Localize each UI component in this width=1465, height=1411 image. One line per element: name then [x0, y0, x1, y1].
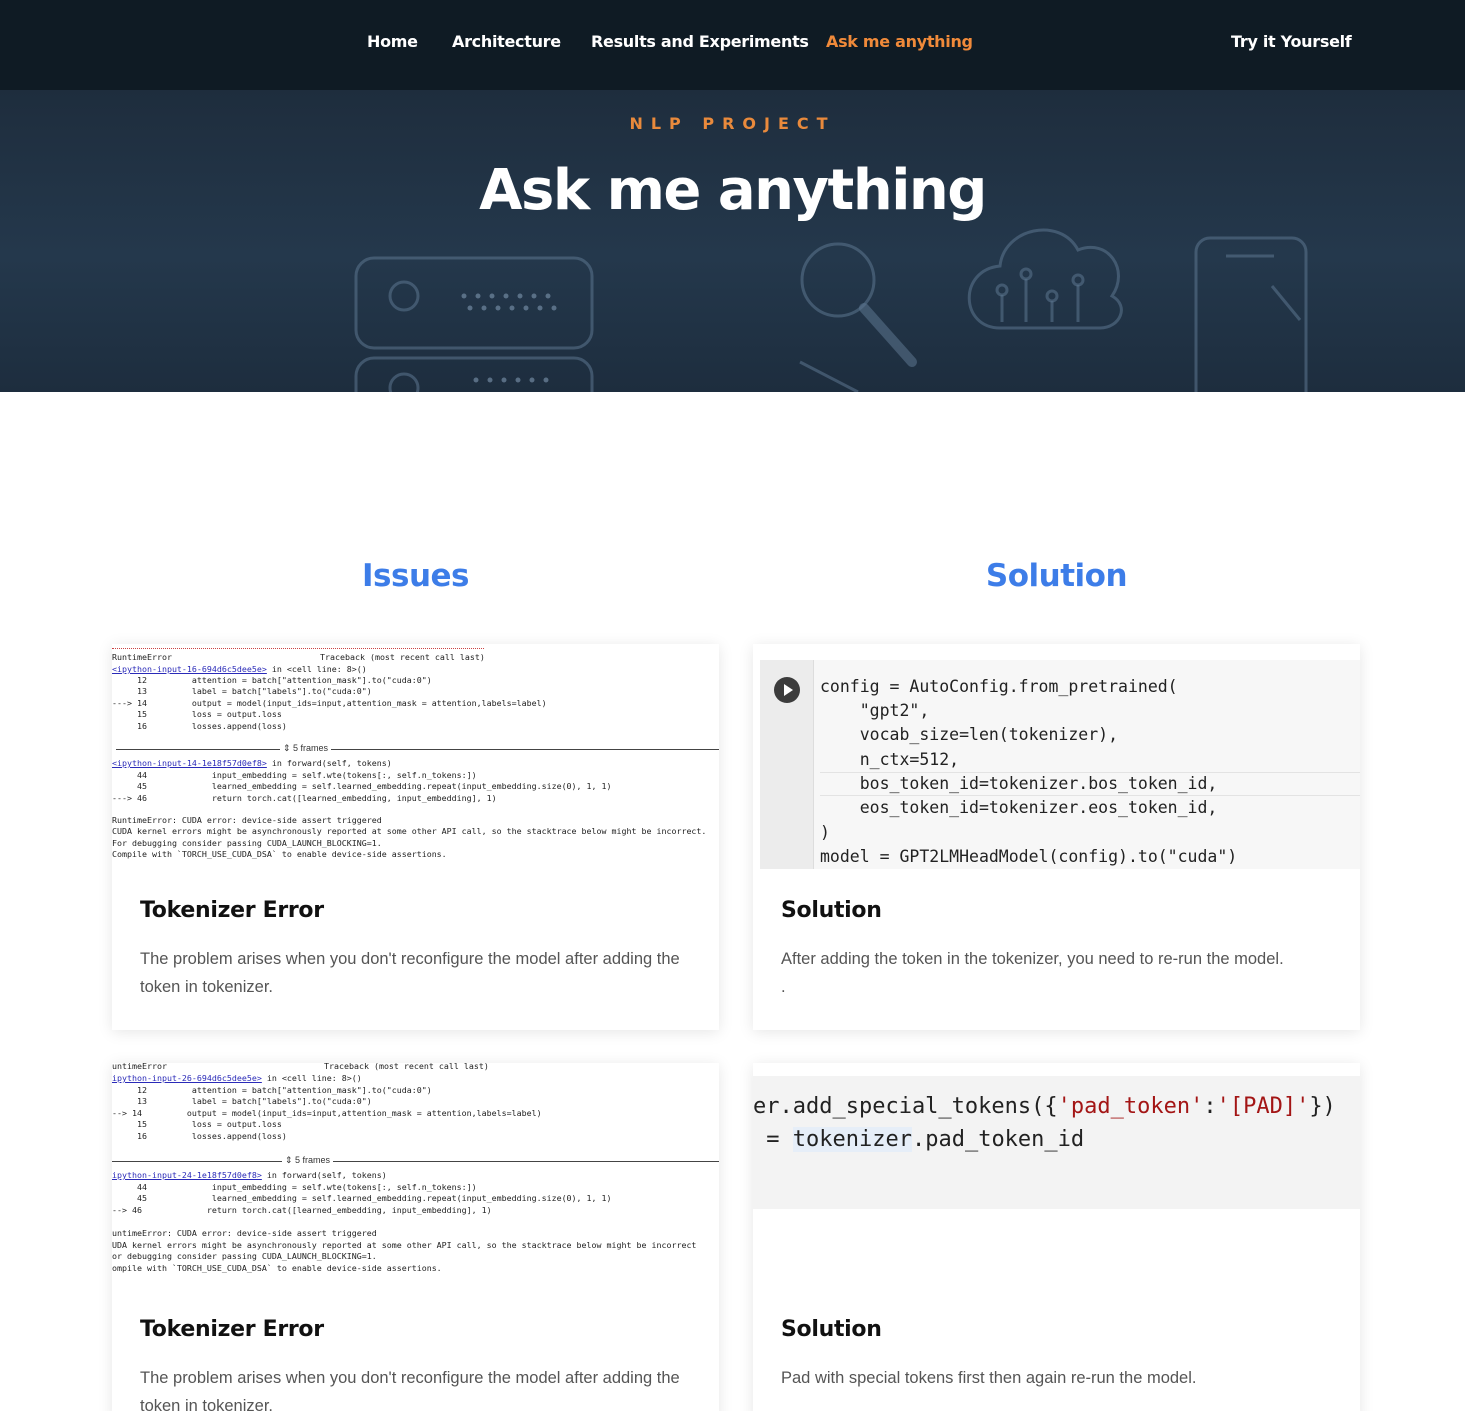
code-line: 16 losses.append(loss)	[112, 1131, 287, 1141]
code-cell-screenshot: config = AutoConfig.from_pretrained( "gp…	[753, 644, 1360, 869]
code-line: config = AutoConfig.from_pretrained(	[820, 677, 1178, 696]
code-line: bos_token_id=tokenizer.bos_token_id,	[820, 774, 1218, 793]
code-line: --> 46 return torch.cat([learned_embeddi…	[112, 1205, 492, 1215]
try-it-yourself-link[interactable]: Try it Yourself	[1231, 32, 1352, 51]
traceback-output: RuntimeError Traceback (most recent call…	[112, 644, 719, 869]
frames-label: 5 frames	[293, 743, 329, 753]
error-line: untimeError: CUDA error: device-side ass…	[112, 1228, 377, 1238]
hero-eyebrow: NLP PROJECT	[629, 114, 836, 133]
traceback-frame-context: in <cell line: 8>()	[266, 664, 367, 674]
card-description: The problem arises when you don't reconf…	[140, 1369, 680, 1411]
run-cell-icon[interactable]	[774, 677, 800, 703]
code-line: 12 attention = batch["attention_mask"].t…	[112, 675, 432, 685]
code-cell: er.add_special_tokens({'pad_token':'[PAD…	[753, 1076, 1360, 1209]
issues-heading: Issues	[362, 558, 469, 594]
smartphone-icon	[1194, 236, 1308, 392]
solution-card-2: er.add_special_tokens({'pad_token':'[PAD…	[753, 1063, 1360, 1411]
page-title: Ask me anything	[479, 158, 987, 223]
traceback-frame-link[interactable]: <ipython-input-16-694d6c5dee5e>	[112, 664, 267, 674]
card-description-extra: .	[781, 978, 786, 996]
traceback-frame-link[interactable]: ipython-input-24-1e18f57d0ef8>	[112, 1170, 262, 1180]
card-title: Solution	[781, 898, 882, 923]
hero-banner: NLP PROJECT Ask me anything	[0, 90, 1465, 392]
code-line: eos_token_id=tokenizer.eos_token_id,	[820, 798, 1218, 817]
card-description: Pad with special tokens first then again…	[781, 1369, 1197, 1387]
error-line: For debugging consider passing CUDA_LAUN…	[112, 838, 382, 848]
error-line: CUDA kernel errors might be asynchronous…	[112, 826, 707, 836]
traceback-header-label: Traceback (most recent call last)	[320, 652, 485, 662]
card-title: Solution	[781, 1317, 882, 1342]
card-title: Tokenizer Error	[140, 1317, 324, 1342]
top-navbar: Home Architecture Results and Experiment…	[0, 0, 1465, 90]
nav-link-home[interactable]: Home	[367, 32, 418, 51]
code-line: 44 input_embedding = self.wte(tokens[:, …	[112, 1182, 477, 1192]
traceback-frame-context: in <cell line: 8>()	[261, 1073, 362, 1083]
nav-link-ask-me-anything[interactable]: Ask me anything	[826, 32, 973, 51]
traceback-screenshot: RuntimeError Traceback (most recent call…	[112, 644, 719, 869]
collapsed-frames-toggle[interactable]: ⇕ 5 frames	[280, 743, 332, 754]
code-line: 13 label = batch["labels"].to("cuda:0")	[112, 1096, 372, 1106]
traceback-header-label: Traceback (most recent call last)	[324, 1063, 489, 1071]
card-title: Tokenizer Error	[140, 898, 324, 923]
error-line: UDA kernel errors might be asynchronousl…	[112, 1240, 697, 1250]
code-cell: config = AutoConfig.from_pretrained( "gp…	[760, 660, 1360, 869]
code-line: "gpt2",	[820, 701, 930, 720]
traceback-header-error: untimeError	[112, 1063, 167, 1071]
code-line: 15 loss = output.loss	[112, 709, 282, 719]
code-line: 45 learned_embedding = self.learned_embe…	[112, 781, 612, 791]
nav-link-results[interactable]: Results and Experiments	[591, 32, 809, 51]
issue-card-2: untimeError Traceback (most recent call …	[112, 1063, 719, 1411]
cloud-circuit-icon	[967, 228, 1123, 330]
solution-heading: Solution	[985, 558, 1128, 594]
code-snippet-screenshot: er.add_special_tokens({'pad_token':'[PAD…	[753, 1063, 1360, 1288]
traceback-frame-context: in forward(self, tokens)	[266, 758, 392, 768]
issue-card-1: RuntimeError Traceback (most recent call…	[112, 644, 719, 1030]
solution-card-1: config = AutoConfig.from_pretrained( "gp…	[753, 644, 1360, 1030]
card-description: After adding the token in the tokenizer,…	[781, 950, 1284, 968]
error-line: Compile with `TORCH_USE_CUDA_DSA` to ena…	[112, 849, 447, 859]
frames-label: 5 frames	[295, 1155, 331, 1165]
code-line: = tokenizer.pad_token_id	[753, 1127, 1085, 1152]
code-line: 15 loss = output.loss	[112, 1119, 282, 1129]
code-line: 44 input_embedding = self.wte(tokens[:, …	[112, 770, 477, 780]
code-line: 12 attention = batch["attention_mask"].t…	[112, 1085, 432, 1095]
nav-link-architecture[interactable]: Architecture	[452, 32, 561, 51]
traceback-frame-link[interactable]: <ipython-input-14-1e18f57d0ef8>	[112, 758, 267, 768]
collapsed-frames-toggle[interactable]: ⇕ 5 frames	[282, 1155, 334, 1166]
traceback-frame-context: in forward(self, tokens)	[261, 1170, 387, 1180]
error-line: ompile with `TORCH_USE_CUDA_DSA` to enab…	[112, 1263, 442, 1273]
magnifier-icon	[799, 242, 917, 392]
error-line: or debugging consider passing CUDA_LAUNC…	[112, 1251, 377, 1261]
error-line: RuntimeError: CUDA error: device-side as…	[112, 815, 382, 825]
traceback-screenshot: untimeError Traceback (most recent call …	[112, 1063, 719, 1288]
code-line: er.add_special_tokens({'pad_token':'[PAD…	[753, 1094, 1336, 1119]
code-line: ---> 46 return torch.cat([learned_embedd…	[112, 793, 497, 803]
traceback-frame-link[interactable]: ipython-input-26-694d6c5dee5e>	[112, 1073, 262, 1083]
card-description: The problem arises when you don't reconf…	[140, 950, 680, 996]
code-line: --> 14 output = model(input_ids=input,at…	[112, 1108, 542, 1118]
traceback-header-error: RuntimeError	[112, 652, 172, 662]
server-icon	[354, 256, 594, 392]
code-line: model = GPT2LMHeadModel(config).to("cuda…	[820, 847, 1238, 866]
traceback-output: untimeError Traceback (most recent call …	[112, 1063, 719, 1288]
code-line: 13 label = batch["labels"].to("cuda:0")	[112, 686, 372, 696]
code-line: 45 learned_embedding = self.learned_embe…	[112, 1193, 612, 1203]
code-line: )	[820, 823, 830, 842]
code-line: n_ctx=512,	[820, 750, 960, 769]
hero-background-art	[354, 228, 1308, 392]
code-line: vocab_size=len(tokenizer),	[820, 725, 1119, 744]
code-line: 16 losses.append(loss)	[112, 721, 287, 731]
code-line: ---> 14 output = model(input_ids=input,a…	[112, 698, 547, 708]
